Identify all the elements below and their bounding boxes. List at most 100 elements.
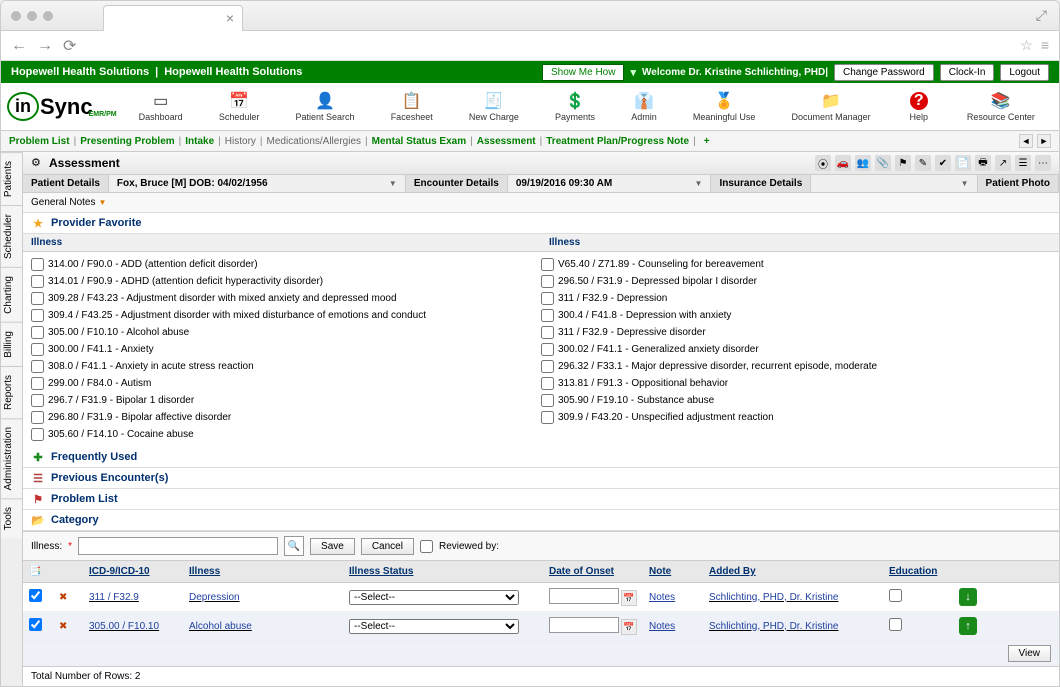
illness-item[interactable]: 308.0 / F41.1 - Anxiety in acute stress … <box>31 358 541 375</box>
reload-icon[interactable]: ⟳ <box>63 36 76 56</box>
subnav-history[interactable]: History <box>225 136 256 147</box>
illness-item[interactable]: 300.00 / F41.1 - Anxiety <box>31 341 541 358</box>
status-select[interactable]: --Select-- <box>349 590 519 605</box>
view-button[interactable]: View <box>1008 645 1052 662</box>
sidetab-patients[interactable]: Patients <box>1 152 22 205</box>
frequently-used-section[interactable]: ✚ Frequently Used <box>23 447 1059 468</box>
star-icon[interactable]: ☆ <box>1020 37 1033 54</box>
problem-list-section[interactable]: ⚑ Problem List <box>23 489 1059 510</box>
clock-in-button[interactable]: Clock-In <box>940 64 995 81</box>
action-icon[interactable]: ↗ <box>995 155 1011 171</box>
action-icon[interactable]: 📎 <box>875 155 891 171</box>
reviewed-checkbox[interactable] <box>420 540 433 553</box>
illness-checkbox[interactable] <box>541 326 554 339</box>
illness-item[interactable]: 311 / F32.9 - Depressive disorder <box>541 324 1051 341</box>
toolbar-meaningful-use[interactable]: 🏅Meaningful Use <box>693 91 756 122</box>
icd-link[interactable]: 305.00 / F10.10 <box>89 621 159 632</box>
subnav-mental-status-exam[interactable]: Mental Status Exam <box>372 136 466 147</box>
illness-checkbox[interactable] <box>31 326 44 339</box>
onset-date-input[interactable] <box>549 588 619 604</box>
delete-icon[interactable]: ✖ <box>59 592 67 603</box>
illness-item[interactable]: 305.60 / F14.10 - Cocaine abuse <box>31 426 541 443</box>
row-checkbox[interactable] <box>29 618 42 631</box>
illness-checkbox[interactable] <box>31 258 44 271</box>
illness-item[interactable]: 299.00 / F84.0 - Autism <box>31 375 541 392</box>
illness-item[interactable]: 314.00 / F90.0 - ADD (attention deficit … <box>31 256 541 273</box>
action-icon[interactable]: 🖶 <box>975 155 991 171</box>
illness-item[interactable]: V65.40 / Z71.89 - Counseling for bereave… <box>541 256 1051 273</box>
illness-item[interactable]: 311 / F32.9 - Depression <box>541 290 1051 307</box>
toolbar-facesheet[interactable]: 📋Facesheet <box>391 91 433 122</box>
subnav-intake[interactable]: Intake <box>185 136 214 147</box>
subnav-problem-list[interactable]: Problem List <box>9 136 70 147</box>
save-button[interactable]: Save <box>310 538 355 555</box>
toolbar-document-manager[interactable]: 📁Document Manager <box>792 91 871 122</box>
status-select[interactable]: --Select-- <box>349 619 519 634</box>
action-icon[interactable]: ⋯ <box>1035 155 1051 171</box>
illness-checkbox[interactable] <box>541 292 554 305</box>
added-by-link[interactable]: Schlichting, PHD, Dr. Kristine <box>709 621 839 632</box>
arrow-up-icon[interactable]: ↑ <box>959 617 977 635</box>
illness-checkbox[interactable] <box>541 394 554 407</box>
action-icon[interactable]: ✎ <box>915 155 931 171</box>
illness-checkbox[interactable] <box>31 360 44 373</box>
forward-icon[interactable]: → <box>37 37 53 55</box>
illness-item[interactable]: 300.02 / F41.1 - Generalized anxiety dis… <box>541 341 1051 358</box>
subnav-right-icon[interactable]: ► <box>1037 134 1051 148</box>
illness-checkbox[interactable] <box>541 360 554 373</box>
illness-checkbox[interactable] <box>31 309 44 322</box>
previous-encounters-section[interactable]: ☰ Previous Encounter(s) <box>23 468 1059 489</box>
general-notes-toggle[interactable]: General Notes▼ <box>23 193 1059 213</box>
illness-checkbox[interactable] <box>541 377 554 390</box>
delete-icon[interactable]: ✖ <box>59 621 67 632</box>
add-tab-button[interactable]: + <box>704 136 710 147</box>
illness-item[interactable]: 313.81 / F91.3 - Oppositional behavior <box>541 375 1051 392</box>
toolbar-resource-center[interactable]: 📚Resource Center <box>967 91 1035 122</box>
illness-checkbox[interactable] <box>31 428 44 441</box>
toolbar-dashboard[interactable]: ▭Dashboard <box>139 91 183 122</box>
encounter-details-value[interactable]: 09/19/2016 09:30 AM▼ <box>508 175 712 192</box>
calendar-icon[interactable]: 📅 <box>621 590 637 606</box>
search-button[interactable]: 🔍 <box>284 536 304 556</box>
subnav-left-icon[interactable]: ◄ <box>1019 134 1033 148</box>
action-icon[interactable]: ⚑ <box>895 155 911 171</box>
expand-icon[interactable]: ⤢ <box>1036 7 1047 24</box>
illness-checkbox[interactable] <box>31 411 44 424</box>
toolbar-scheduler[interactable]: 📅Scheduler <box>219 91 260 122</box>
subnav-medications-allergies[interactable]: Medications/Allergies <box>267 136 362 147</box>
illness-checkbox[interactable] <box>31 394 44 407</box>
icd-link[interactable]: 311 / F32.9 <box>89 592 139 603</box>
illness-item[interactable]: 296.7 / F31.9 - Bipolar 1 disorder <box>31 392 541 409</box>
illness-item[interactable]: 296.32 / F33.1 - Major depressive disord… <box>541 358 1051 375</box>
subnav-assessment[interactable]: Assessment <box>477 136 536 147</box>
illness-item[interactable]: 296.80 / F31.9 - Bipolar affective disor… <box>31 409 541 426</box>
close-icon[interactable]: × <box>226 10 234 26</box>
cancel-button[interactable]: Cancel <box>361 538 414 555</box>
illness-checkbox[interactable] <box>541 343 554 356</box>
back-icon[interactable]: ← <box>11 37 27 55</box>
illness-item[interactable]: 309.28 / F43.23 - Adjustment disorder wi… <box>31 290 541 307</box>
gear-icon[interactable]: ⚙ <box>31 156 45 170</box>
show-me-how-button[interactable]: Show Me How <box>542 64 624 81</box>
subnav-presenting-problem[interactable]: Presenting Problem <box>80 136 174 147</box>
added-by-link[interactable]: Schlichting, PHD, Dr. Kristine <box>709 592 839 603</box>
subnav-treatment-plan-progress-note[interactable]: Treatment Plan/Progress Note <box>546 136 689 147</box>
action-icon[interactable]: ☰ <box>1015 155 1031 171</box>
patient-details-value[interactable]: Fox, Bruce [M] DOB: 04/02/1956▼ <box>109 175 406 192</box>
onset-date-input[interactable] <box>549 617 619 633</box>
illness-item[interactable]: 309.9 / F43.20 - Unspecified adjustment … <box>541 409 1051 426</box>
illness-checkbox[interactable] <box>31 343 44 356</box>
illness-search-input[interactable] <box>78 537 278 555</box>
illness-checkbox[interactable] <box>541 258 554 271</box>
change-password-button[interactable]: Change Password <box>834 64 934 81</box>
action-icon[interactable]: ✔ <box>935 155 951 171</box>
notes-link[interactable]: Notes <box>649 592 675 603</box>
illness-checkbox[interactable] <box>31 377 44 390</box>
illness-item[interactable]: 296.50 / F31.9 - Depressed bipolar I dis… <box>541 273 1051 290</box>
category-section[interactable]: 📂 Category <box>23 510 1059 531</box>
sidetab-tools[interactable]: Tools <box>1 498 22 538</box>
provider-favorite-section[interactable]: ★ Provider Favorite <box>23 213 1059 234</box>
illness-checkbox[interactable] <box>541 275 554 288</box>
illness-checkbox[interactable] <box>31 275 44 288</box>
toolbar-payments[interactable]: 💲Payments <box>555 91 595 122</box>
